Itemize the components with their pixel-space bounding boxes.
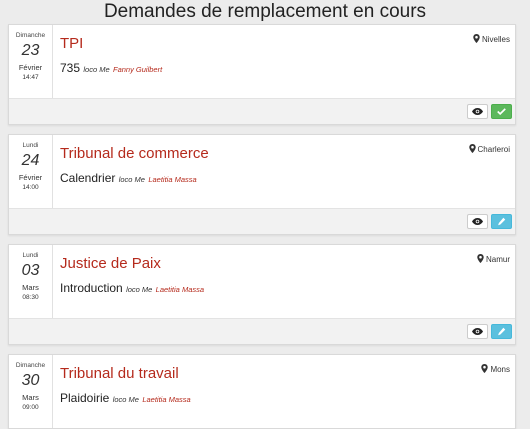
check-icon [497,108,506,115]
location-text: Nivelles [481,35,510,44]
request-card: Dimanche 30 Mars 09:00 Tribunal du trava… [8,354,516,429]
date-weekday: Lundi [22,252,39,259]
lawyer-name: Laetitia Massa [142,395,191,404]
lawyer-name: Laetitia Massa [155,285,205,294]
date-weekday: Dimanche [15,362,46,369]
court-name: Tribunal du travail [60,365,179,382]
date-month: Mars [22,393,39,402]
page-title: Demandes de remplacement en cours [103,1,427,22]
date-block: Dimanche 23 Février 14:47 [9,25,53,98]
date-month: Mars [22,283,39,292]
location-text: Mons [490,365,510,374]
edit-button[interactable] [491,324,512,339]
subject-line: Calendrier loco Me Laetitia Massa [60,171,197,185]
eye-icon [472,328,483,335]
map-marker-icon [473,34,480,43]
date-time: 14:00 [22,184,39,191]
date-time: 08:30 [22,294,39,301]
loco-label: loco Me [83,65,110,74]
date-month: Février [18,63,43,72]
pencil-icon [498,327,506,336]
location-text: Charleroi [477,145,510,154]
date-weekday: Dimanche [15,32,46,39]
location: Charleroi [468,144,510,154]
eye-icon [472,108,483,115]
card-footer [9,318,515,344]
pencil-icon [498,217,506,226]
loco-label: loco Me [126,285,153,294]
subject-text: Calendrier [60,171,116,185]
request-card: Dimanche 23 Février 14:47 TPI 735 loco M… [8,24,516,125]
view-button[interactable] [467,104,488,119]
date-weekday: Lundi [22,142,39,149]
request-card: Lundi 03 Mars 08:30 Justice de Paix Intr… [8,244,516,345]
map-marker-icon [481,364,489,373]
date-block: Lundi 24 Février 14:00 [9,135,53,208]
date-day: 30 [21,372,40,389]
eye-icon [472,218,483,225]
subject-text: Plaidoirie [60,391,110,405]
subject-text: 735 [60,61,81,75]
subject-line: 735 loco Me Fanny Guilbert [60,61,162,75]
date-block: Lundi 03 Mars 08:30 [9,245,53,318]
court-name: Tribunal de commerce [60,145,209,162]
loco-label: loco Me [118,175,145,184]
edit-button[interactable] [491,214,512,229]
view-button[interactable] [467,324,488,339]
loco-label: loco Me [112,395,139,404]
court-name: Justice de Paix [60,255,161,272]
date-day: 03 [21,262,40,279]
lawyer-name: Laetitia Massa [148,175,197,184]
date-month: Février [18,173,43,182]
date-day: 24 [21,152,40,169]
subject-text: Introduction [60,281,123,295]
subject-line: Plaidoirie loco Me Laetitia Massa [60,391,191,405]
location-text: Namur [485,255,510,264]
map-marker-icon [468,144,476,153]
location: Namur [477,254,510,264]
subject-line: Introduction loco Me Laetitia Massa [60,281,204,295]
date-time: 09:00 [22,404,39,411]
map-marker-icon [477,254,484,263]
lawyer-name: Fanny Guilbert [112,65,163,74]
court-name: TPI [60,35,84,52]
location: Mons [481,364,510,374]
date-block: Dimanche 30 Mars 09:00 [9,355,53,428]
location: Nivelles [473,34,510,44]
view-button[interactable] [467,214,488,229]
date-time: 14:47 [22,74,39,81]
accept-button[interactable] [491,104,512,119]
request-card: Lundi 24 Février 14:00 Tribunal de comme… [8,134,516,235]
card-footer [9,98,515,124]
card-footer [9,208,515,234]
date-day: 23 [21,42,40,59]
